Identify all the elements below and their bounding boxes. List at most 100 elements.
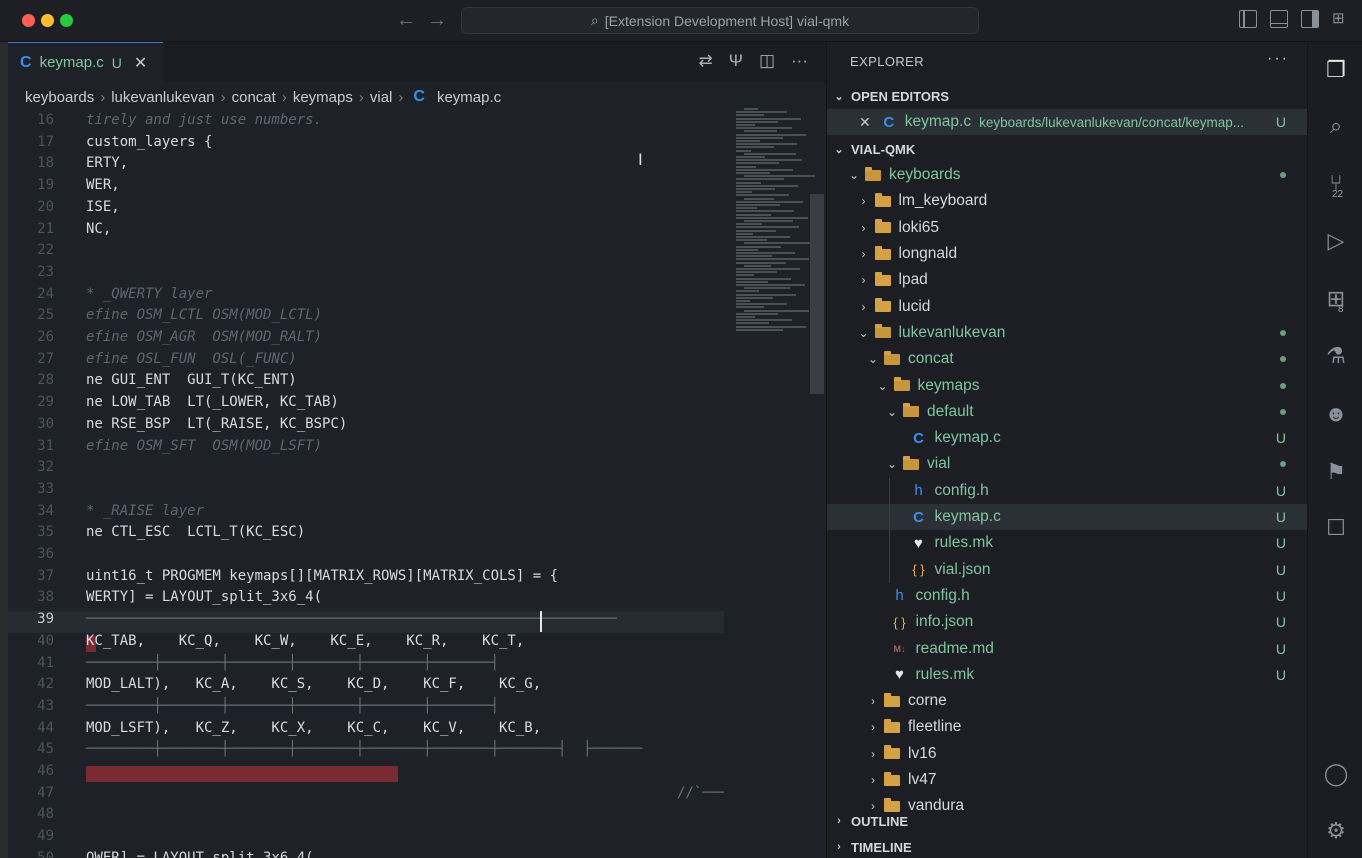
vertical-scrollbar[interactable]	[810, 194, 824, 394]
copilot-icon[interactable]: ☻	[1322, 400, 1350, 428]
tree-folder[interactable]: ⌄ keymaps	[827, 372, 1308, 398]
breadcrumb-item[interactable]: lukevanlukevan	[111, 89, 214, 106]
tree-folder[interactable]: › lm_keyboard	[827, 188, 1308, 214]
extensions-icon[interactable]: ⊞	[1322, 285, 1350, 313]
breadcrumb-item[interactable]: keyboards	[25, 89, 94, 106]
code-line[interactable]: 42 MOD_LALT), KC_A, KC_S, KC_D, KC_F, KC_…	[8, 676, 724, 698]
code-line[interactable]: 18 ERTY,	[8, 155, 724, 177]
toggle-panel-icon[interactable]	[1270, 10, 1288, 28]
run-debug-icon[interactable]: ▷	[1322, 227, 1350, 255]
tree-folder[interactable]: › lpad	[827, 267, 1308, 293]
code-line[interactable]: 20 ISE,	[8, 199, 724, 221]
code-line[interactable]: 27 efine OSL_FUN OSL(_FUNC)	[8, 351, 724, 373]
code-line[interactable]: 37 uint16_t PROGMEM keymaps[][MATRIX_ROWS…	[8, 568, 724, 590]
tree-folder[interactable]: ⌄ concat	[827, 346, 1308, 372]
code-editor[interactable]: 16 tirely and just use numbers. 17 custom_l…	[8, 112, 724, 858]
workspace-section[interactable]: ⌄ VIAL-QMK	[827, 137, 1308, 161]
tree-file[interactable]: { } info.json U	[827, 609, 1308, 635]
tree-folder[interactable]: ⌄ vial	[827, 451, 1308, 477]
command-center[interactable]: ⌕ [Extension Development Host] vial-qmk	[461, 7, 979, 34]
tree-file[interactable]: { } vial.json U	[827, 557, 1308, 583]
more-actions-icon[interactable]: ···	[1267, 50, 1289, 68]
tree-file[interactable]: Ckeymap.c U	[827, 503, 1308, 531]
open-editor-item[interactable]: ✕ C keymap.c keyboards/lukevanlukevan/co…	[827, 109, 1308, 136]
code-line[interactable]: 16 tirely and just use numbers.	[8, 112, 724, 134]
code-line[interactable]: 50 OWER] = LAYOUT_split_3x6_4(	[8, 850, 724, 858]
code-line[interactable]: 29 ne LOW_TAB LT(_LOWER, KC_TAB)	[8, 394, 724, 416]
close-tab-icon[interactable]: ✕	[134, 53, 147, 73]
code-line[interactable]: 17 custom_layers {	[8, 134, 724, 156]
code-line[interactable]: 45 ────────┼───────┼───────┼───────┼─────…	[8, 741, 724, 763]
tree-file[interactable]: h config.h U	[827, 583, 1308, 609]
bookmark-icon[interactable]: ⚑	[1322, 458, 1350, 486]
tree-file[interactable]: ♥ rules.mk U	[827, 662, 1308, 688]
tree-folder[interactable]: › corne	[827, 688, 1308, 714]
code-line[interactable]: 23	[8, 264, 724, 286]
close-icon[interactable]: ✕	[859, 114, 871, 131]
forward-arrow-icon[interactable]: →	[427, 9, 447, 32]
code-line[interactable]: 25 efine OSM_LCTL OSM(MOD_LCTL)	[8, 307, 724, 329]
compare-changes-icon[interactable]: ⇄	[699, 51, 713, 71]
open-editors-section[interactable]: ⌄ OPEN EDITORS	[827, 84, 1308, 108]
psi-icon[interactable]: Ψ	[729, 51, 743, 71]
toggle-secondary-sidebar-icon[interactable]	[1301, 10, 1319, 28]
tree-folder[interactable]: ⌄ default	[827, 399, 1308, 425]
minimap[interactable]	[732, 108, 816, 338]
code-line[interactable]: 44 MOD_LSFT), KC_Z, KC_X, KC_C, KC_V, KC_…	[8, 720, 724, 742]
code-line[interactable]: 30 ne RSE_BSP LT(_RAISE, KC_BSPC)	[8, 416, 724, 438]
breadcrumb-item[interactable]: keymap.c	[437, 89, 501, 106]
close-window-button[interactable]	[22, 14, 35, 27]
split-editor-icon[interactable]: ◫	[759, 51, 775, 71]
tree-file[interactable]: M↓ readme.md U	[827, 635, 1308, 661]
code-line[interactable]: 28 ne GUI_ENT GUI_T(KC_ENT)	[8, 372, 724, 394]
search-icon[interactable]: ⌕	[1322, 112, 1350, 140]
tree-folder[interactable]: ⌄ lukevanlukevan	[827, 320, 1308, 346]
comments-icon[interactable]: ☐	[1322, 514, 1350, 542]
minimize-window-button[interactable]	[41, 14, 54, 27]
code-line[interactable]: 34 * _RAISE layer	[8, 503, 724, 525]
customize-layout-icon[interactable]: ⊞	[1332, 10, 1350, 28]
code-line[interactable]: 32	[8, 459, 724, 481]
outline-section[interactable]: › OUTLINE	[827, 809, 1308, 833]
code-line[interactable]: 46 KC_LCTL, GUI_ENT, LOW_TAB,KC_SPC, KC_	[8, 763, 724, 785]
code-line[interactable]: 40 KC_TAB, KC_Q, KC_W, KC_E, KC_R, KC_T,	[8, 633, 724, 655]
tree-folder[interactable]: › lv16	[827, 741, 1308, 767]
tree-folder[interactable]: ⌄ keyboards	[827, 162, 1308, 188]
tree-file[interactable]: h config.h U	[827, 478, 1308, 504]
breadcrumb-item[interactable]: concat	[232, 89, 276, 106]
code-line[interactable]: 24 * _QWERTY layer	[8, 286, 724, 308]
breadcrumb-item[interactable]: vial	[370, 89, 393, 106]
code-line[interactable]: 39 ──────────────────────────────────────…	[8, 611, 724, 633]
tree-folder[interactable]: › loki65	[827, 215, 1308, 241]
code-line[interactable]: 33	[8, 481, 724, 503]
code-line[interactable]: 41 ────────┼───────┼───────┼───────┼─────…	[8, 655, 724, 677]
code-line[interactable]: 38 WERTY] = LAYOUT_split_3x6_4(	[8, 589, 724, 611]
code-line[interactable]: 31 efine OSM_SFT OSM(MOD_LSFT)	[8, 438, 724, 460]
files-icon[interactable]: ❐	[1322, 56, 1350, 84]
code-line[interactable]: 47 //`──────────────────────────' `─────	[8, 785, 724, 807]
tab-keymap-c[interactable]: C keymap.c U ✕	[8, 42, 163, 82]
code-line[interactable]: 36	[8, 546, 724, 568]
code-line[interactable]: 21 NC,	[8, 221, 724, 243]
code-line[interactable]: 43 ────────┼───────┼───────┼───────┼─────…	[8, 698, 724, 720]
tree-folder[interactable]: › fleetline	[827, 714, 1308, 740]
code-line[interactable]: 22	[8, 242, 724, 264]
tree-file[interactable]: ♥ rules.mk U	[827, 530, 1308, 556]
code-line[interactable]: 49	[8, 828, 724, 850]
code-line[interactable]: 48	[8, 806, 724, 828]
timeline-section[interactable]: › TIMELINE	[827, 835, 1308, 858]
testing-icon[interactable]: ⚗	[1322, 342, 1350, 370]
account-icon[interactable]: ◯	[1322, 760, 1350, 788]
tree-folder[interactable]: › longnald	[827, 241, 1308, 267]
more-actions-icon[interactable]: ···	[791, 51, 808, 71]
code-line[interactable]: 35 ne CTL_ESC LCTL_T(KC_ESC)	[8, 524, 724, 546]
tree-file[interactable]: Ckeymap.c U	[827, 425, 1308, 451]
maximize-window-button[interactable]	[60, 14, 73, 27]
code-line[interactable]: 19 WER,	[8, 177, 724, 199]
tree-folder[interactable]: › lv47	[827, 767, 1308, 793]
toggle-primary-sidebar-icon[interactable]	[1239, 10, 1257, 28]
back-arrow-icon[interactable]: ←	[396, 9, 416, 32]
tree-folder[interactable]: › lucid	[827, 294, 1308, 320]
breadcrumb-item[interactable]: keymaps	[293, 89, 353, 106]
code-line[interactable]: 26 efine OSM_AGR OSM(MOD_RALT)	[8, 329, 724, 351]
